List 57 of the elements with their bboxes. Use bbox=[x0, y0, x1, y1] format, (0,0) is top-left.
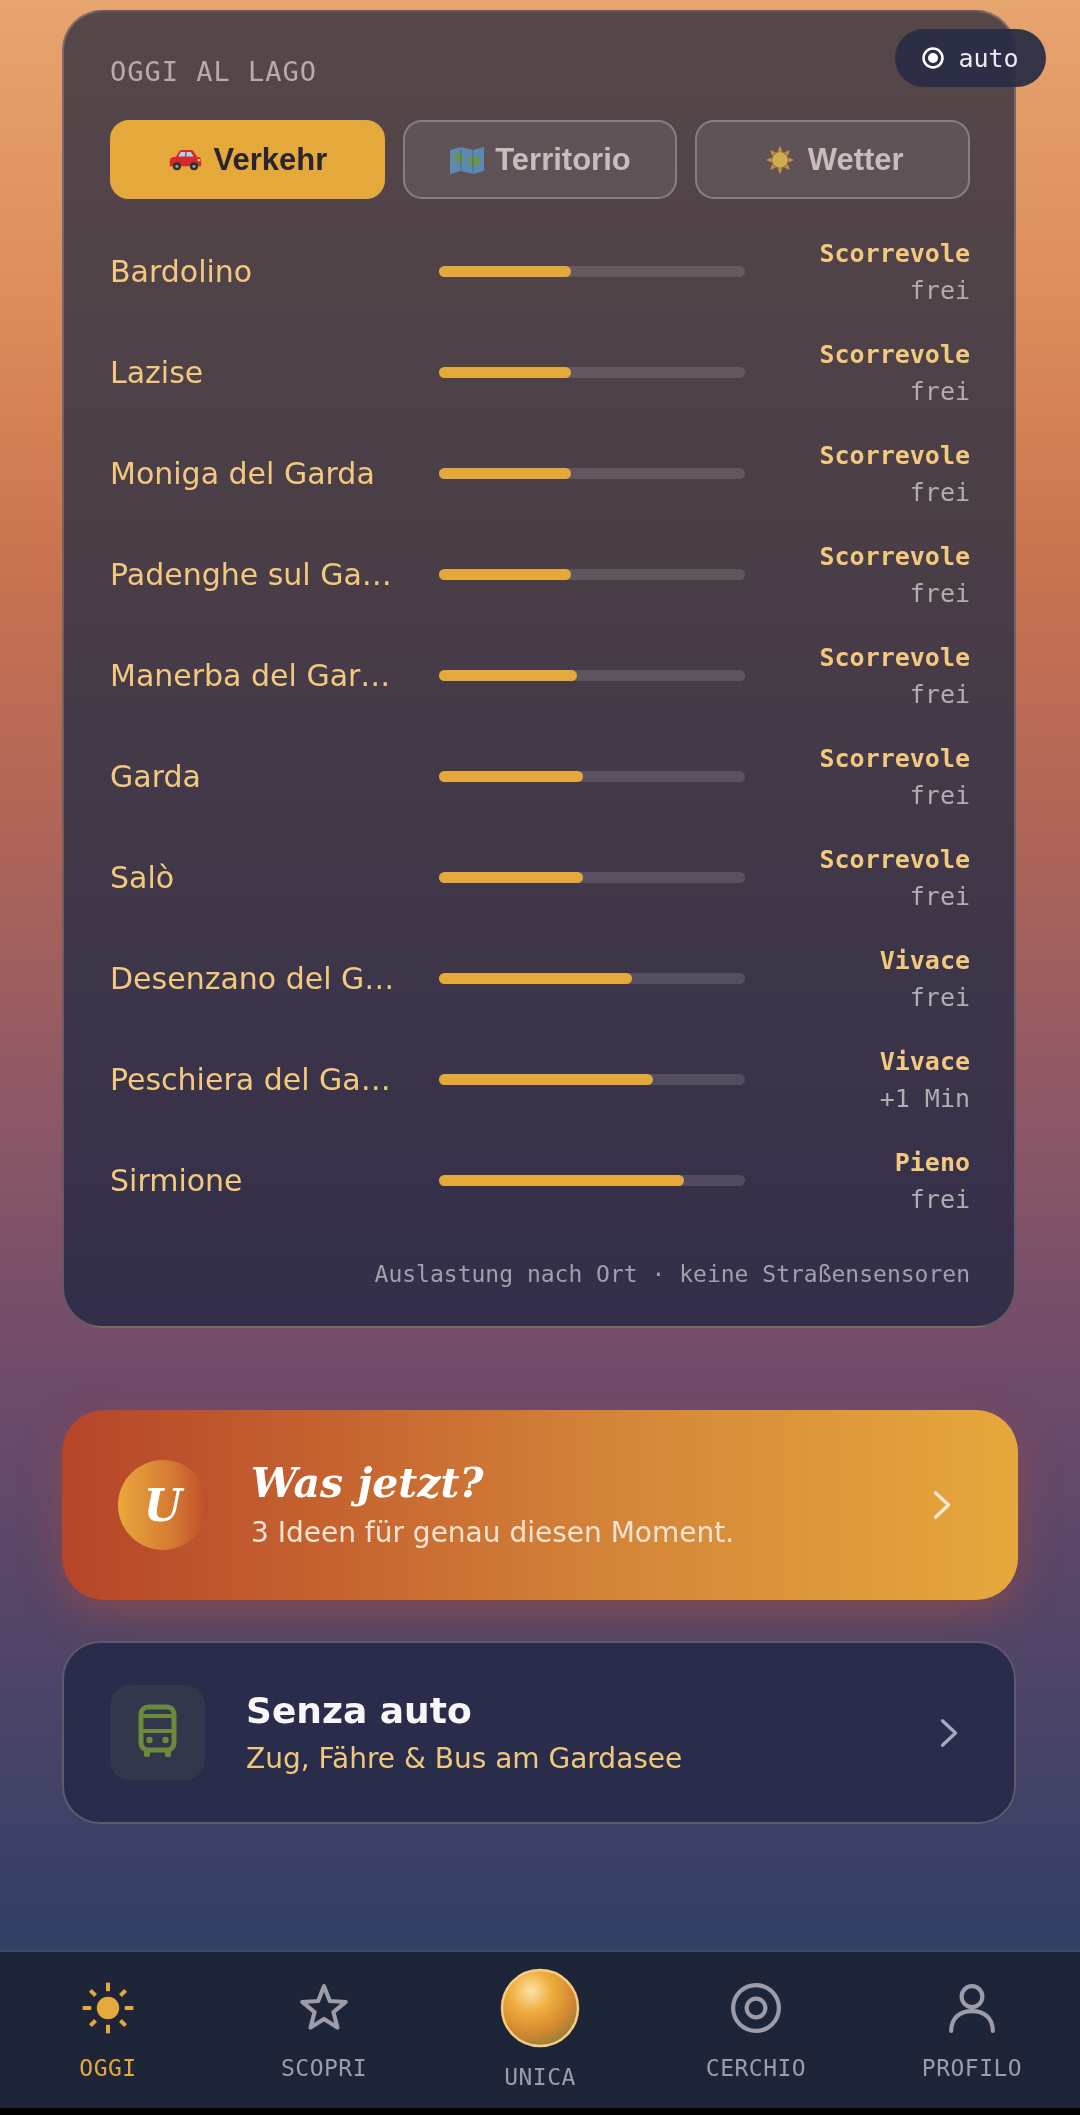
nav-tab[interactable]: CERCHIO bbox=[648, 1968, 864, 2108]
place-name: Peschiera del Ga… bbox=[110, 1060, 391, 1099]
delay-text: frei bbox=[909, 577, 970, 610]
chevron-right-icon bbox=[932, 1490, 952, 1520]
tab[interactable]: Wetter bbox=[695, 120, 970, 199]
traffic-status: Pieno bbox=[894, 1146, 970, 1179]
place-name: Bardolino bbox=[110, 252, 253, 291]
nav-tab[interactable]: PROFILO bbox=[864, 1968, 1080, 2108]
place-name: Padenghe sul Ga… bbox=[110, 555, 392, 594]
orb-icon bbox=[500, 1968, 580, 2048]
traffic-status: Vivace bbox=[879, 944, 970, 977]
card-subtitle: 3 Ideen für genau diesen Moment. bbox=[251, 1515, 735, 1551]
delay-text: frei bbox=[909, 678, 970, 711]
delay-text: frei bbox=[909, 274, 970, 307]
suggestion-card[interactable]: U Was jetzt? 3 Ideen für genau diesen Moment. bbox=[62, 1410, 1018, 1600]
delay-text: +1 Min bbox=[879, 1082, 970, 1115]
traffic-status: Scorrevole bbox=[819, 641, 970, 674]
logo-badge: U bbox=[118, 1460, 208, 1550]
nav-tab[interactable]: SCOPRI bbox=[216, 1968, 432, 2108]
place-name: Manerba del Gar… bbox=[110, 656, 391, 695]
mode-chip[interactable]: auto bbox=[895, 29, 1046, 87]
ring-dot-icon bbox=[922, 47, 945, 69]
section-title: OGGI AL LAGO bbox=[110, 55, 318, 89]
place-name: Desenzano del G… bbox=[110, 959, 395, 998]
delay-text: frei bbox=[909, 779, 970, 812]
traffic-status: Scorrevole bbox=[819, 439, 970, 472]
tab[interactable]: Territorio bbox=[402, 120, 678, 199]
nav-tab[interactable]: UNICA bbox=[432, 1968, 648, 2108]
card-title: Senza auto bbox=[246, 1688, 472, 1733]
traffic-status: Scorrevole bbox=[819, 742, 970, 775]
place-name: Salò bbox=[110, 858, 175, 897]
place-name: Lazise bbox=[110, 353, 204, 392]
card-subtitle: Zug, Fähre & Bus am Gardasee bbox=[246, 1740, 683, 1777]
bus-icon bbox=[110, 1685, 205, 1780]
traffic-status: Vivace bbox=[879, 1045, 970, 1078]
footnote-text: Auslastung nach Ort · keine Straßensensoren bbox=[374, 1260, 970, 1289]
traffic-status: Scorrevole bbox=[819, 338, 970, 371]
target-icon bbox=[730, 1982, 782, 2034]
card-title: Was jetzt? bbox=[251, 1458, 484, 1508]
delay-text: frei bbox=[909, 1183, 970, 1216]
delay-text: frei bbox=[909, 880, 970, 913]
person-icon bbox=[946, 1982, 998, 2034]
place-name: Moniga del Garda bbox=[110, 454, 375, 493]
delay-text: frei bbox=[909, 981, 970, 1014]
map-icon bbox=[449, 144, 486, 175]
chevron-right-icon bbox=[939, 1717, 959, 1748]
sun-icon bbox=[82, 1982, 134, 2034]
traffic-status: Scorrevole bbox=[819, 237, 970, 270]
place-name: Sirmione bbox=[110, 1161, 243, 1200]
nav-tab[interactable]: OGGI bbox=[0, 1968, 216, 2108]
transit-card[interactable]: Senza auto Zug, Fähre & Bus am Gardasee bbox=[62, 1641, 1016, 1824]
traffic-status: Scorrevole bbox=[819, 843, 970, 876]
delay-text: frei bbox=[909, 375, 970, 408]
traffic-status: Scorrevole bbox=[819, 540, 970, 573]
delay-text: frei bbox=[909, 476, 970, 509]
place-name: Garda bbox=[110, 757, 201, 796]
tab[interactable]: Verkehr bbox=[110, 120, 385, 199]
